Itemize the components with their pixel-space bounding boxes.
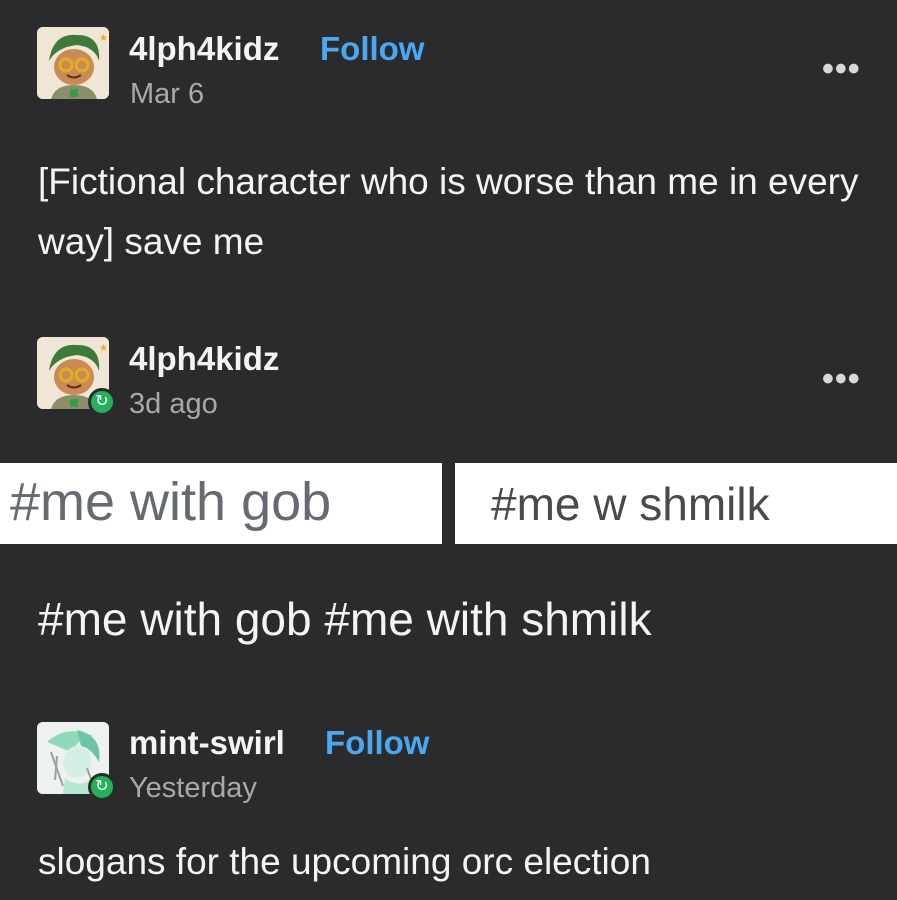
post3-body-text: slogans for the upcoming orc election <box>38 841 651 882</box>
post3-username[interactable]: mint-swirl <box>129 724 285 762</box>
post2-timestamp[interactable]: 3d ago <box>129 388 218 421</box>
avatar-4lph4kidz[interactable]: ★ <box>37 27 109 99</box>
post3-timestamp[interactable]: Yesterday <box>129 772 257 805</box>
post1-username[interactable]: 4lph4kidz <box>129 30 279 68</box>
post1-follow-button[interactable]: Follow <box>320 30 424 68</box>
tag-panel-left: #me with gob <box>0 463 442 544</box>
post3-follow-button[interactable]: Follow <box>325 724 429 762</box>
tag-panel-right: #me w shmilk <box>455 463 897 544</box>
svg-text:★: ★ <box>99 33 108 44</box>
post2-tags[interactable]: #me with gob #me with shmilk <box>38 592 652 646</box>
svg-text:★: ★ <box>99 343 108 354</box>
post2-more-options-icon[interactable]: ••• <box>822 360 861 399</box>
post1-timestamp[interactable]: Mar 6 <box>130 78 204 111</box>
reblog-icon: ↻ <box>88 388 116 416</box>
tag-panel-left-text: #me with gob <box>10 472 332 532</box>
post1-more-options-icon[interactable]: ••• <box>822 50 861 89</box>
post2-username[interactable]: 4lph4kidz <box>129 340 279 378</box>
reblog-icon: ↻ <box>88 773 116 801</box>
post1-body-text: [Fictional character who is worse than m… <box>38 161 859 262</box>
tag-panel-right-text: #me w shmilk <box>491 478 770 530</box>
